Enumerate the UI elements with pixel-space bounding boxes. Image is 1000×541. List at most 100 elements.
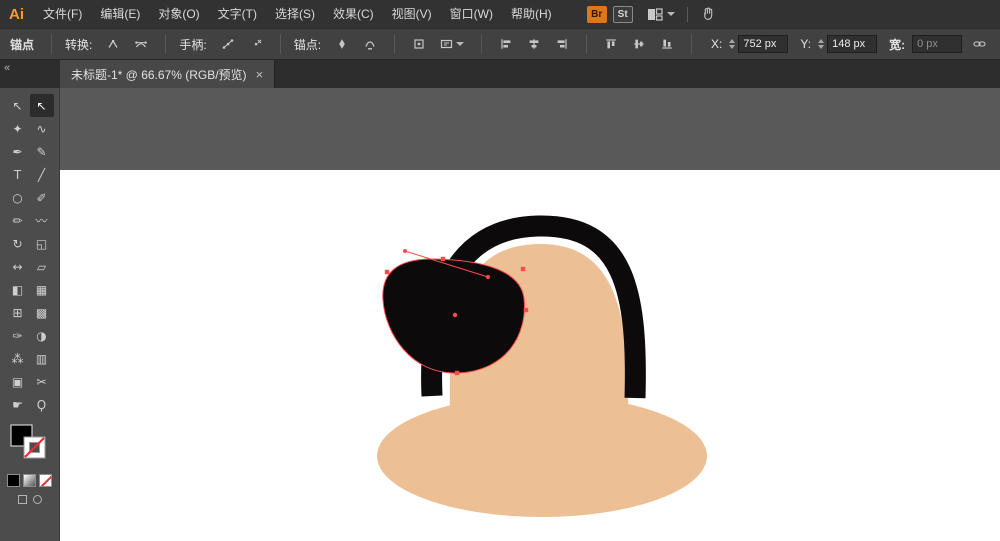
type-tool[interactable]: T: [6, 163, 30, 186]
gradient-tool[interactable]: ▩: [30, 301, 54, 324]
fill-stroke-widget: [9, 424, 50, 466]
gradient-button[interactable]: [23, 474, 36, 487]
pen-nib-icon: [339, 39, 345, 49]
direct-selection-tool[interactable]: ↖: [29, 94, 54, 117]
align-middle-button[interactable]: [628, 33, 650, 55]
handles-label: 手柄:: [179, 37, 207, 52]
tool-grid: ↖ ↖ ✦ ∿ ✒ ✎ T ╱ ○ ✐ ✏ 〰 ↻ ◱ ↔ ▱ ◧ ▦ ⊞ ▩: [6, 94, 54, 416]
constrain-proportions-button[interactable]: [968, 33, 990, 55]
stock-button[interactable]: St: [612, 5, 633, 23]
convert-label: 转换:: [65, 37, 93, 52]
corner-point-icon: [108, 39, 118, 48]
show-handles-button[interactable]: [217, 33, 239, 55]
workspace-switcher[interactable]: [647, 7, 675, 21]
divider: [279, 34, 281, 54]
tools-panel: ↖ ↖ ✦ ∿ ✒ ✎ T ╱ ○ ✐ ✏ 〰 ↻ ◱ ↔ ▱ ◧ ▦ ⊞ ▩: [0, 88, 60, 541]
selection-tool[interactable]: ↖: [6, 94, 30, 117]
app-logo: Ai: [9, 5, 24, 23]
align-center-button[interactable]: [523, 33, 545, 55]
menu-select[interactable]: 选择(S): [266, 0, 324, 28]
pencil-tool[interactable]: ✏: [6, 209, 30, 232]
draw-normal-button[interactable]: [17, 495, 27, 504]
rotate-tool[interactable]: ↻: [6, 232, 30, 255]
draw-behind-button[interactable]: [32, 495, 42, 504]
panel-collapse-button[interactable]: «: [0, 60, 60, 88]
pen-tool[interactable]: ✒: [6, 140, 30, 163]
line-segment-tool[interactable]: ╱: [30, 163, 54, 186]
x-input[interactable]: 752 px: [738, 35, 789, 53]
isolate-selection-button[interactable]: [408, 33, 430, 55]
align-to-selection-dropdown[interactable]: [436, 33, 468, 55]
y-stepper[interactable]: [818, 39, 825, 49]
bridge-button[interactable]: Br: [586, 5, 607, 23]
y-input[interactable]: 148 px: [827, 35, 878, 53]
align-left-icon: [501, 39, 511, 49]
mesh-tool[interactable]: ⊞: [6, 301, 30, 324]
convert-to-smooth-button[interactable]: [130, 33, 152, 55]
menu-effect[interactable]: 效果(C): [324, 0, 383, 28]
hand-gesture-icon[interactable]: [700, 6, 717, 23]
y-label: Y:: [800, 37, 812, 51]
menu-object[interactable]: 对象(O): [149, 0, 208, 28]
hand-tool[interactable]: ☛: [6, 393, 30, 416]
align-bottom-button[interactable]: [656, 33, 678, 55]
tab-close-icon[interactable]: ×: [256, 67, 264, 82]
cut-path-button[interactable]: [331, 33, 353, 55]
artboard-tool[interactable]: ▣: [6, 370, 30, 393]
slice-tool[interactable]: ✂: [30, 370, 54, 393]
shaper-tool[interactable]: 〰: [30, 209, 54, 232]
width-tool[interactable]: ↔: [6, 255, 30, 278]
lasso-tool[interactable]: ∿: [30, 117, 54, 140]
x-label: X:: [711, 37, 723, 51]
align-left-button[interactable]: [495, 33, 517, 55]
canvas[interactable]: [60, 88, 1000, 541]
x-stepper[interactable]: [729, 39, 736, 49]
none-button[interactable]: [39, 474, 52, 487]
ellipse-tool[interactable]: ○: [6, 186, 30, 209]
free-transform-tool[interactable]: ▱: [30, 255, 54, 278]
hide-handles-icon: [254, 39, 262, 46]
menu-type[interactable]: 文字(T): [209, 0, 266, 28]
magic-wand-tool[interactable]: ✦: [6, 117, 30, 140]
menubar-divider: [686, 6, 688, 22]
width-input[interactable]: 0 px: [912, 35, 963, 53]
workspace-layout-icon: [647, 7, 663, 21]
eyedropper-tool[interactable]: ✑: [6, 324, 30, 347]
hide-handles-button[interactable]: [245, 33, 267, 55]
divider: [691, 34, 693, 54]
menu-view[interactable]: 视图(V): [383, 0, 441, 28]
curvature-tool[interactable]: ✎: [30, 140, 54, 163]
zoom-tool[interactable]: Ϙ: [30, 393, 54, 416]
scale-tool[interactable]: ◱: [30, 232, 54, 255]
main-area: ↖ ↖ ✦ ∿ ✒ ✎ T ╱ ○ ✐ ✏ 〰 ↻ ◱ ↔ ▱ ◧ ▦ ⊞ ▩: [0, 88, 1000, 541]
menu-window[interactable]: 窗口(W): [441, 0, 502, 28]
menu-edit[interactable]: 编辑(E): [91, 0, 149, 28]
isolate-icon: [414, 39, 424, 49]
shoulders-shape[interactable]: [377, 395, 707, 517]
divider: [51, 34, 53, 54]
convert-to-corner-button[interactable]: [102, 33, 124, 55]
align-top-button[interactable]: [600, 33, 622, 55]
document-tab-title: 未标题-1* @ 66.67% (RGB/预览): [71, 67, 247, 82]
document-tab[interactable]: 未标题-1* @ 66.67% (RGB/预览) ×: [60, 60, 276, 88]
stroke-color-swatch[interactable]: [23, 436, 45, 459]
document-tab-bar: « 未标题-1* @ 66.67% (RGB/预览) ×: [0, 60, 1000, 88]
divider: [481, 34, 483, 54]
menu-file[interactable]: 文件(F): [34, 0, 91, 28]
align-right-button[interactable]: [551, 33, 573, 55]
panel-mode-label: 锚点: [10, 37, 35, 52]
paintbrush-tool[interactable]: ✐: [30, 186, 54, 209]
align-center-icon: [529, 39, 539, 49]
color-button[interactable]: [7, 474, 20, 487]
blend-tool[interactable]: ◑: [30, 324, 54, 347]
link-icon: [973, 41, 986, 47]
column-graph-tool[interactable]: ▥: [30, 347, 54, 370]
align-top-icon: [606, 39, 616, 49]
shape-builder-tool[interactable]: ◧: [6, 278, 30, 301]
symbol-sprayer-tool[interactable]: ⁂: [6, 347, 30, 370]
perspective-grid-tool[interactable]: ▦: [30, 278, 54, 301]
menu-help[interactable]: 帮助(H): [502, 0, 561, 28]
illustrator-window: Ai 文件(F) 编辑(E) 对象(O) 文字(T) 选择(S) 效果(C) 视…: [0, 0, 1000, 541]
divider: [394, 34, 396, 54]
remove-anchor-button[interactable]: [359, 33, 381, 55]
